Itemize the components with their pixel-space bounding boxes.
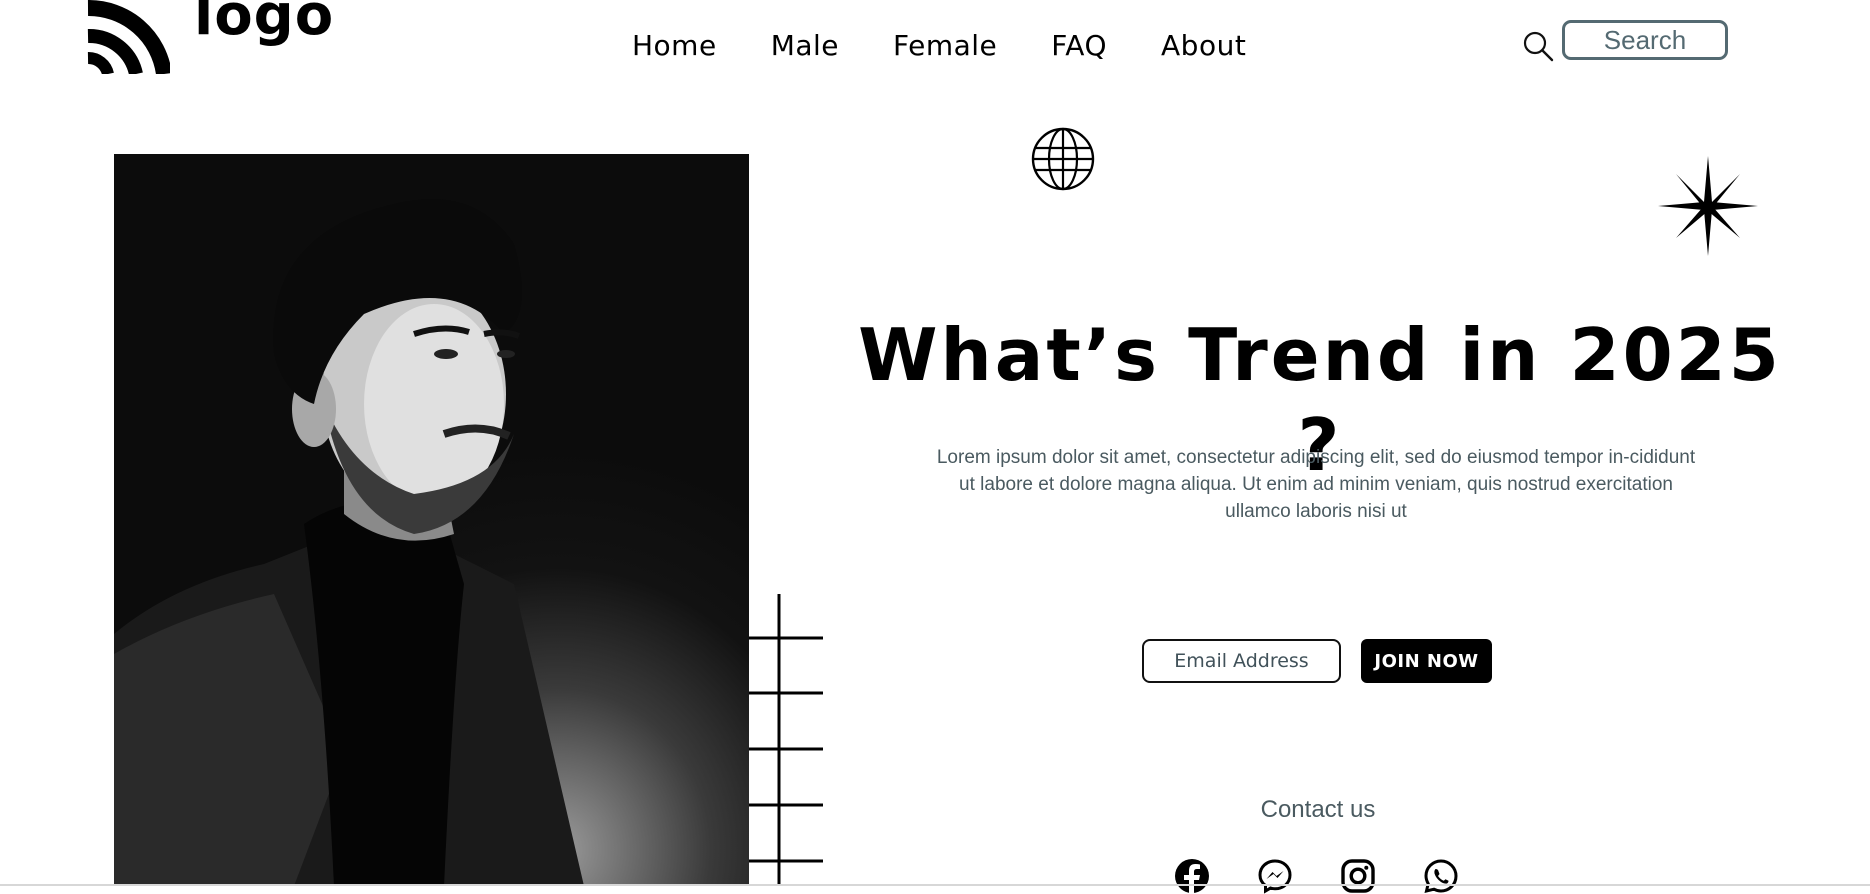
hero-lead-text: Lorem ipsum dolor sit amet, consectetur … <box>936 447 1696 522</box>
logo[interactable]: logo <box>86 0 333 74</box>
nav-item-female[interactable]: Female <box>893 26 997 66</box>
search-icon[interactable] <box>1522 30 1554 62</box>
star-icon <box>1658 156 1758 256</box>
facebook-icon[interactable] <box>1174 858 1210 894</box>
contact-title: Contact us <box>1260 796 1376 823</box>
nav-item-male[interactable]: Male <box>771 26 839 66</box>
messenger-icon[interactable] <box>1257 858 1293 894</box>
grid-lines-decoration <box>749 594 823 886</box>
portrait-photo <box>114 154 749 886</box>
nav-item-faq[interactable]: FAQ <box>1051 26 1107 66</box>
search-input[interactable] <box>1562 20 1728 60</box>
whatsapp-icon[interactable] <box>1423 858 1459 894</box>
globe-icon <box>1031 127 1095 191</box>
main-nav: Home Male Female FAQ About <box>632 26 1246 66</box>
logo-text: logo <box>194 0 335 48</box>
nav-item-about[interactable]: About <box>1161 26 1246 66</box>
nav-item-home[interactable]: Home <box>632 26 717 66</box>
email-field[interactable] <box>1142 639 1341 683</box>
instagram-icon[interactable] <box>1340 858 1376 894</box>
join-now-button[interactable]: JOIN NOW <box>1361 639 1492 683</box>
brand-arcs-icon <box>87 0 170 74</box>
